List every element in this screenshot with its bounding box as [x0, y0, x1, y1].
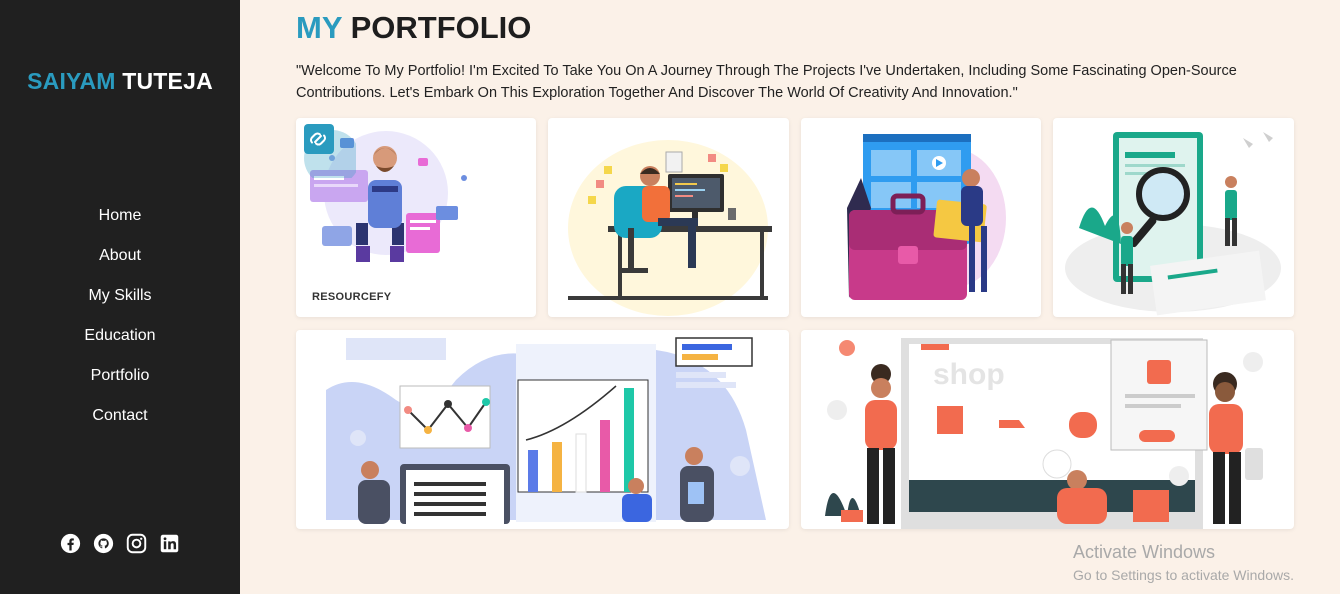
page-title: MY PORTFOLIO	[296, 10, 531, 46]
brand-first: SAIYAM	[27, 68, 116, 94]
link-icon[interactable]	[296, 118, 356, 178]
portfolio-briefcase-illustration	[847, 134, 1006, 300]
facebook-icon[interactable]	[60, 533, 81, 554]
social-links	[0, 533, 240, 554]
online-shop-illustration: shop	[825, 338, 1263, 529]
brand-last: TUTEJA	[122, 68, 213, 94]
project-card-2[interactable]	[548, 118, 789, 317]
nav-item-portfolio[interactable]: Portfolio	[0, 360, 240, 400]
project-label: RESOURCEFY	[312, 291, 392, 303]
nav-item-home[interactable]: Home	[0, 200, 240, 240]
instagram-icon[interactable]	[126, 533, 147, 554]
project-card-4[interactable]	[1053, 118, 1294, 317]
nav-menu: Home About My Skills Education Portfolio…	[0, 200, 240, 440]
windows-activation-watermark: Activate Windows Go to Settings to activ…	[1073, 542, 1294, 583]
project-card-resourcefy[interactable]: RESOURCEFY	[296, 118, 536, 317]
intro-text: "Welcome To My Portfolio! I'm Excited To…	[296, 63, 1237, 101]
nav-item-education[interactable]: Education	[0, 320, 240, 360]
watermark-subtitle: Go to Settings to activate Windows.	[1073, 567, 1294, 583]
project-card-5[interactable]	[296, 330, 789, 529]
shop-sign: shop	[933, 358, 1005, 391]
charts-illustration	[326, 337, 766, 524]
title-rest: PORTFOLIO	[350, 10, 532, 45]
desk-developer-illustration	[568, 140, 772, 316]
github-icon[interactable]	[93, 533, 114, 554]
linkedin-icon[interactable]	[159, 533, 180, 554]
project-card-6[interactable]: shop	[801, 330, 1294, 529]
watermark-title: Activate Windows	[1073, 542, 1216, 562]
sidebar: SAIYAM TUTEJA Home About My Skills Educa…	[0, 0, 240, 594]
nav-item-my-skills[interactable]: My Skills	[0, 280, 240, 320]
brand-name[interactable]: SAIYAM TUTEJA	[0, 68, 240, 95]
analysis-illustration	[1065, 132, 1281, 316]
title-accent: MY	[296, 10, 342, 45]
project-card-3[interactable]	[801, 118, 1041, 317]
nav-item-about[interactable]: About	[0, 240, 240, 280]
nav-item-contact[interactable]: Contact	[0, 400, 240, 440]
